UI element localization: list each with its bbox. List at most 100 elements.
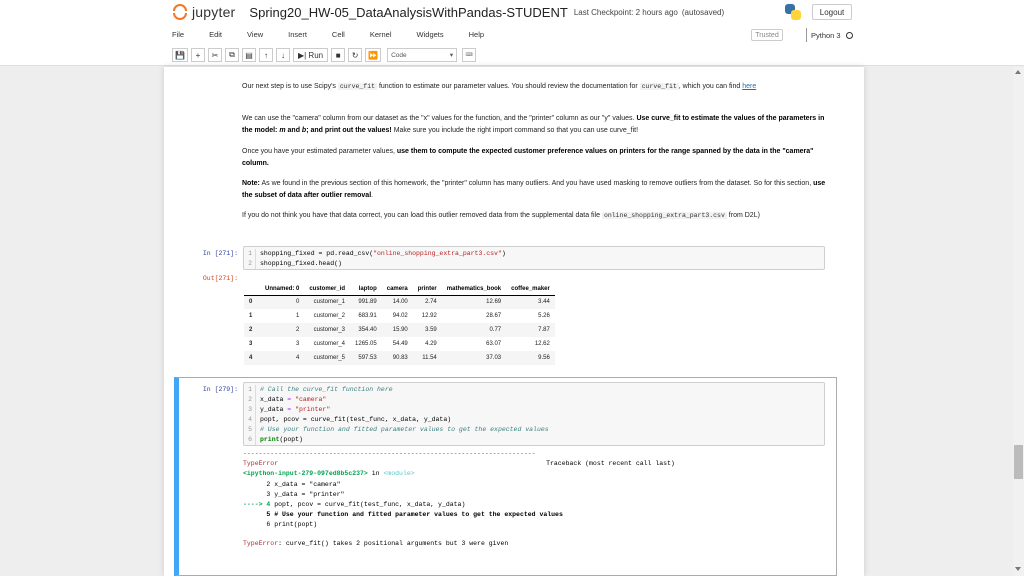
save-icon[interactable]: 💾 [172,48,188,62]
scrollbar-thumb[interactable] [1014,445,1023,479]
code-operator: = [283,406,296,413]
python-logo-icon [785,4,801,20]
menu-help[interactable]: Help [469,27,484,43]
line-number: 1 [244,385,256,395]
error-traceback: ----------------------------------------… [243,449,828,549]
traceback-line: 2 x_data = "camera" [243,480,341,488]
jupyter-logo-icon[interactable] [172,4,188,20]
input-prompt: In [271]: [202,250,238,257]
md-bold: and [285,126,302,134]
scroll-up-icon[interactable] [1015,70,1021,74]
md-text: We can use the "camera" column from our … [242,115,637,122]
checkpoint-status: Last Checkpoint: 2 hours ago [573,7,678,17]
code-text: popt, pcov = curve_fit(test_func, x_data… [260,416,452,423]
code-token: = pd.read_csv( [314,250,374,257]
code-line: 5 # Use your function and fitted paramet… [244,425,824,435]
md-text: . [371,191,374,199]
docs-link[interactable]: here [742,83,756,90]
title-row: jupyter Spring20_HW-05_DataAnalysisWithP… [172,2,724,22]
table-cell: customer_4 [313,341,346,347]
menu-bar: File Edit View Insert Cell Kernel Widget… [172,27,509,43]
add-cell-icon[interactable]: + [190,48,205,62]
table-row: 2 2 customer_3 354.40 15.90 3.59 0.77 7.… [244,323,555,337]
column-header: coffee_maker [506,283,555,296]
table-cell: 28.67 [486,313,502,319]
table-cell: 597.53 [350,351,382,365]
code-text: shopping_fixed = pd.read_csv("online_sho… [260,249,506,259]
table-cell: 1 [249,313,253,319]
code-keyword: print [260,436,280,443]
traceback-line: 3 y_data = "printer" [243,490,345,498]
md-text: , which you can find [678,83,743,90]
column-header: camera [381,283,413,296]
paste-icon[interactable]: ▤ [241,48,256,62]
kernel-indicator[interactable]: Python 3 [806,28,853,42]
menu-view[interactable]: View [247,27,263,43]
table-cell: 1 [296,313,300,319]
table-cell: 37.03 [441,351,507,365]
restart-icon[interactable]: ↻ [348,48,363,62]
notebook-name[interactable]: Spring20_HW-05_DataAnalysisWithPandas-ST… [249,5,567,20]
md-text: Our next step is to use Scipy's [242,83,338,90]
trusted-badge[interactable]: Trusted [751,29,783,41]
menu-cell[interactable]: Cell [332,27,345,43]
keyboard-icon[interactable]: ⌨ [462,48,477,62]
table-cell: customer_2 [313,313,346,319]
code-line: 1 shopping_fixed = pd.read_csv("online_s… [244,249,824,259]
fast-forward-icon[interactable]: ⏩ [365,48,382,62]
table-cell: 0 [244,295,260,309]
kernel-idle-icon [845,31,853,39]
line-number: 5 [244,425,256,435]
scroll-down-icon[interactable] [1015,567,1021,571]
dataframe-table: Unnamed: 0 customer_id laptop camera pri… [244,283,555,365]
table-cell: 3 [249,341,253,347]
table-row: 3 3 customer_4 1265.05 54.49 4.29 63.07 … [244,337,555,351]
code-string: "printer" [295,406,331,413]
table-cell: 2 [260,323,305,337]
menu-file[interactable]: File [172,27,184,43]
column-header: mathematics_book [441,283,507,296]
page-scrollbar[interactable] [1013,67,1024,576]
menu-insert[interactable]: Insert [288,27,307,43]
move-up-icon[interactable]: ↑ [258,48,273,62]
copy-icon[interactable]: ⧉ [224,48,239,62]
traceback-header: TypeError Traceback (most recent call las… [243,459,828,469]
code-string: "online_shopping_extra_part3.csv" [373,250,502,257]
menu-kernel[interactable]: Kernel [370,27,392,43]
output-prompt: Out[271]: [202,275,238,282]
code-cell-editor[interactable]: 1 shopping_fixed = pd.read_csv("online_s… [243,246,825,270]
table-cell: 12.62 [534,341,550,347]
table-cell: 3.44 [506,295,555,309]
stop-icon[interactable]: ■ [331,48,346,62]
logout-button[interactable]: Logout [812,4,852,20]
toolbar: 💾 + ✂ ⧉ ▤ ↑ ↓ ▶| Run ■ ↻ ⏩ Code ▾ ⌨ [172,47,477,63]
run-label: Run [308,50,324,60]
table-cell: 14.00 [381,295,413,309]
table-cell: customer_1 [304,295,351,309]
traceback-code: popt, pcov = curve_fit(test_func, x_data… [274,501,466,509]
notebook-container: Our next step is to use Scipy's curve_fi… [164,67,864,576]
table-cell: 0.77 [441,323,507,337]
table-cell: 63.07 [486,341,502,347]
table-cell: 11.54 [412,351,442,365]
error-message: TypeError: curve_fit() takes 2 positiona… [243,539,828,549]
run-button[interactable]: ▶| Run [292,48,329,62]
table-cell: customer_3 [304,323,351,337]
code-cell-editor[interactable]: 1 # Call the curve_fit function here 2 x… [243,382,825,446]
table-cell: customer_5 [304,351,351,365]
jupyter-brand[interactable]: jupyter [192,4,235,20]
cut-icon[interactable]: ✂ [207,48,222,62]
table-cell: 2 [244,323,260,337]
move-down-icon[interactable]: ↓ [275,48,290,62]
table-cell: 7.87 [506,323,555,337]
code-line: 6 print(popt) [244,435,824,445]
line-number: 2 [244,395,256,405]
code-text: print(popt) [260,435,303,445]
menu-widgets[interactable]: Widgets [417,27,444,43]
menu-edit[interactable]: Edit [209,27,222,43]
code-comment: # Call the curve_fit function here [260,386,393,393]
cell-type-select[interactable]: Code ▾ [387,48,458,62]
table-cell: 15.90 [381,323,413,337]
error-name: TypeError [243,460,279,468]
code-comment: # Use your function and fitted parameter… [260,426,549,433]
